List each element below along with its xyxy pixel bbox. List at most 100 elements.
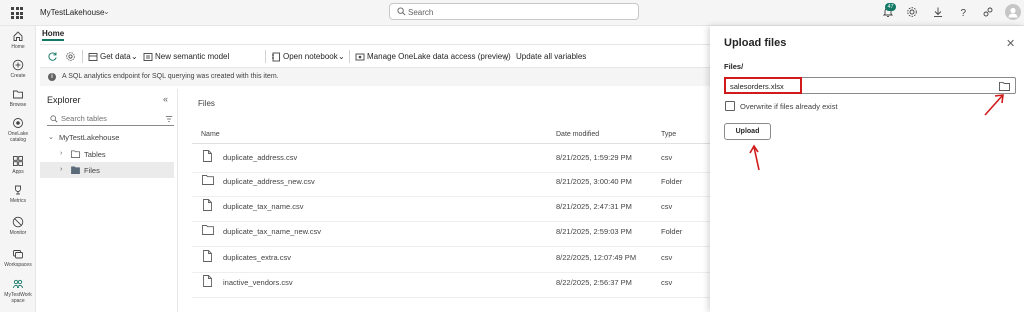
upload-button[interactable]: Upload [724,123,771,140]
file-date: 8/22/2025, 2:56:37 PM [556,278,632,287]
rail-label: MyTestWork space [4,292,32,304]
ribbon-divider [265,50,266,63]
search-placeholder: Search tables [61,114,107,123]
folder-icon [202,175,214,185]
rail-label: Workspaces [4,262,32,268]
folder-icon [71,150,80,158]
gear-icon[interactable] [65,51,76,62]
file-icon [203,150,212,162]
avatar[interactable] [1005,4,1021,20]
gear-icon[interactable] [906,6,918,18]
notebook-icon [272,52,280,62]
open-notebook-button[interactable]: Open notebook [283,52,338,61]
search-tables-input[interactable]: Search tables [47,111,174,126]
chevron-down-icon[interactable]: ⌄ [338,52,345,61]
close-icon[interactable]: ✕ [1006,37,1015,50]
rail-label: OneLake catalog [7,131,29,143]
app-launcher-icon[interactable] [11,7,23,19]
highlight-box [724,77,802,94]
info-icon: i [48,73,56,81]
rail-label: Home [11,44,25,50]
file-icon [203,250,212,262]
column-header-date[interactable]: Date modified [556,131,599,138]
file-name[interactable]: duplicate_address_new.csv [223,177,315,186]
tab-home[interactable]: Home [42,29,64,38]
info-message: A SQL analytics endpoint for SQL queryin… [62,73,279,80]
svg-text:?: ? [961,8,967,18]
table-row[interactable]: inactive_vendors.csv 8/22/2025, 2:56:37 … [192,268,712,298]
overwrite-checkbox[interactable] [725,101,735,111]
file-type: csv [661,153,673,162]
left-nav-rail: Home Create Browse OneLake catalog Apps [0,26,36,312]
column-header-name[interactable]: Name [201,131,220,138]
rail-item-browse[interactable]: Browse [0,88,36,108]
new-semantic-model-button[interactable]: New semantic model [155,52,229,61]
files-path-label: Files/ [724,62,744,71]
tree-label: MyTestLakehouse [59,133,120,142]
svg-text:x: x [504,54,509,63]
workspaces-icon [13,250,23,259]
get-data-button[interactable]: Get data [100,52,131,61]
file-name[interactable]: duplicate_tax_name_new.csv [223,227,321,236]
file-name[interactable]: duplicates_extra.csv [223,253,291,262]
share-feedback-icon[interactable] [982,6,994,18]
trophy-icon [15,185,21,195]
rail-item-onelake-catalog[interactable]: OneLake catalog [0,117,36,143]
chevron-down-icon[interactable]: ⌄ [131,52,138,61]
download-icon[interactable] [932,6,944,18]
tree-item-files[interactable]: › Files [40,162,174,178]
folder-icon [71,166,80,174]
rail-item-create[interactable]: Create [0,59,36,79]
rail-item-mytestworkspace[interactable]: MyTestWork space [0,278,36,304]
file-date: 8/22/2025, 12:07:49 PM [556,253,637,262]
rail-label: Monitor [9,230,27,236]
search-input[interactable]: Search [389,3,639,20]
rail-label: Browse [9,102,27,108]
file-icon [203,275,212,287]
get-data-icon [88,53,98,61]
search-placeholder: Search [408,8,434,17]
upload-files-panel: Upload files ✕ Files/ salesorders.xlsx O… [710,26,1024,312]
file-date: 8/21/2025, 2:59:03 PM [556,227,632,236]
annotation-arrow [749,144,760,171]
chevron-down-icon[interactable]: ⌄ [48,133,54,141]
file-name[interactable]: inactive_vendors.csv [223,278,293,287]
collapse-icon[interactable]: « [163,94,168,104]
top-bar: MyTestLakehouse ⌄ Search 47 ? [0,0,1024,26]
notification-badge: 47 [885,3,896,11]
tree-item-tables[interactable]: › Tables [40,146,174,162]
semantic-model-icon [143,53,153,61]
refresh-icon[interactable] [47,51,58,62]
item-name[interactable]: MyTestLakehouse [40,8,104,17]
tree-label: Tables [84,150,106,159]
monitor-icon [12,216,24,228]
filter-icon[interactable] [165,115,173,123]
variables-icon: x [504,54,509,63]
info-message-bar: i A SQL analytics endpoint for SQL query… [40,68,710,86]
file-name[interactable]: duplicate_address.csv [223,153,297,162]
apps-icon [13,156,23,166]
file-date: 8/21/2025, 2:47:31 PM [556,202,632,211]
rail-label: Apps [12,169,24,175]
chevron-right-icon[interactable]: › [60,150,62,157]
file-type: csv [661,202,673,211]
rail-item-monitor[interactable]: Monitor [0,216,36,236]
file-date: 8/21/2025, 3:00:40 PM [556,177,632,186]
folder-browse-icon[interactable] [999,81,1010,91]
explorer-title: Explorer [47,95,81,105]
help-icon[interactable]: ? [957,6,969,18]
rail-item-metrics[interactable]: Metrics [0,184,36,204]
panel-title: Upload files [724,37,787,49]
chevron-down-icon[interactable]: ⌄ [103,7,110,16]
rail-item-workspaces[interactable]: Workspaces [0,248,36,268]
rail-item-home[interactable]: Home [0,30,36,50]
column-header-type[interactable]: Type [661,131,676,138]
manage-onelake-access-button[interactable]: Manage OneLake data access (preview) [367,52,511,61]
chevron-right-icon[interactable]: › [60,166,62,173]
file-name[interactable]: duplicate_tax_name.csv [223,202,303,211]
tree-item-lakehouse[interactable]: ⌄ MyTestLakehouse [40,129,174,145]
folder-icon [13,90,23,99]
rail-label: Metrics [9,198,27,204]
rail-item-apps[interactable]: Apps [0,155,36,175]
update-all-variables-button[interactable]: Update all variables [516,52,586,61]
